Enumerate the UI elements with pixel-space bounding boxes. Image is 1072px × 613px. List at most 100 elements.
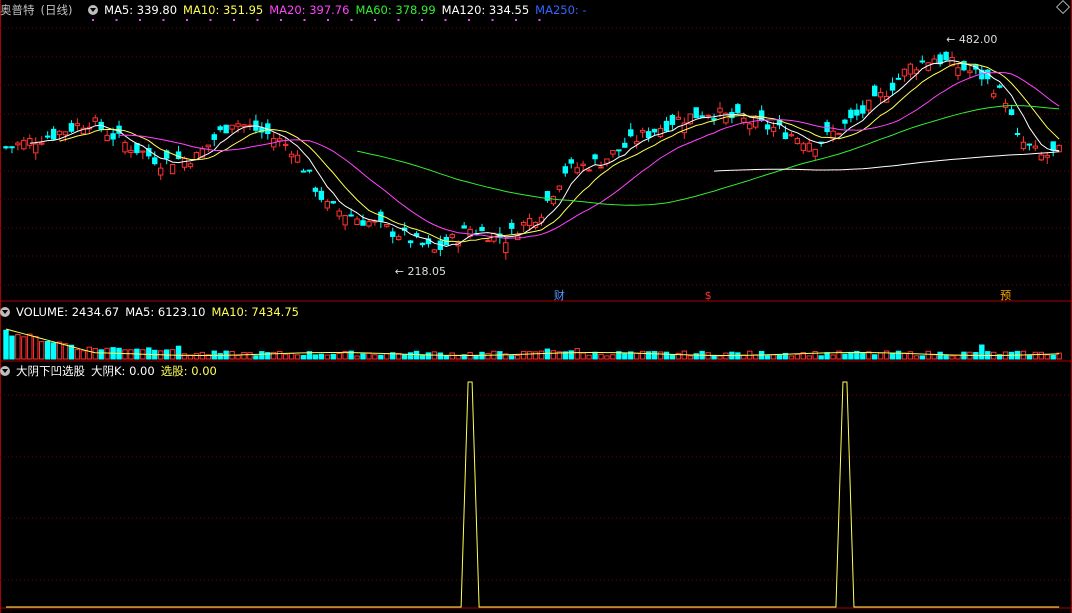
stock-title[interactable]: 奥普特 (日线) — [0, 3, 78, 17]
signal-dot — [538, 19, 541, 21]
volume-bar — [657, 351, 664, 360]
vol_header-1: MA5: 6123.10 — [125, 305, 206, 319]
candle-body — [104, 134, 110, 142]
candle-body — [288, 153, 295, 158]
candle-body — [74, 123, 81, 127]
signal-dot — [327, 19, 329, 21]
volume-bar — [56, 341, 63, 360]
candle-body — [1050, 141, 1056, 151]
volume-bar — [235, 354, 241, 360]
candle-body — [9, 146, 15, 149]
volume-bar — [538, 350, 545, 360]
volume-bar — [925, 350, 931, 360]
volume-bar — [723, 352, 729, 360]
volume-bar — [15, 334, 21, 360]
candle-body — [223, 124, 229, 134]
signal-dot — [374, 19, 376, 21]
volume-bar — [770, 354, 777, 360]
indicator-name[interactable]: 大阴下凹选股 — [16, 364, 85, 378]
candle-body — [806, 142, 812, 152]
volume-bar — [598, 353, 604, 360]
volume-bar — [931, 354, 937, 360]
volume-bar — [1038, 351, 1044, 360]
candle-body — [592, 154, 598, 160]
high-price-label: ← 482.00 — [946, 33, 997, 46]
indicator-signal-line — [6, 381, 1060, 608]
volume-bar — [241, 351, 247, 360]
candle-body — [628, 129, 634, 137]
candle-body — [967, 70, 973, 74]
volume-bar — [360, 353, 366, 360]
ma_header-5: MA250: - — [535, 3, 587, 17]
candle-body — [836, 132, 842, 135]
candle-body — [122, 141, 128, 153]
candle-body — [205, 144, 212, 148]
candle-body — [860, 105, 866, 114]
volume-bar — [80, 350, 87, 360]
candle-body — [996, 85, 1003, 88]
signal-dot — [186, 19, 188, 21]
candle-body — [562, 166, 568, 174]
volume-bar — [3, 329, 9, 360]
volume-bar — [122, 349, 128, 360]
signal-dot — [421, 19, 423, 21]
candle-body — [848, 109, 854, 119]
volume-bar — [39, 341, 45, 360]
candle-body — [33, 143, 39, 154]
candle-body — [634, 141, 640, 145]
candle-body — [39, 142, 45, 145]
volume-bar — [913, 355, 920, 360]
candle-body — [669, 115, 676, 125]
candle-body — [294, 154, 301, 163]
candle-body — [622, 142, 628, 148]
candle-body — [753, 116, 759, 128]
dropdown-icon[interactable] — [88, 5, 99, 15]
dropdown-icon[interactable] — [0, 307, 10, 317]
candle-body — [187, 163, 194, 168]
candle-body — [396, 236, 402, 241]
volume-bar — [509, 355, 515, 360]
candle-body — [235, 123, 241, 127]
ma-values: MA5: 339.80 MA10: 351.95 MA20: 397.76 MA60:… — [104, 3, 592, 17]
candle-body — [158, 167, 164, 176]
candle-body — [229, 124, 235, 130]
candle-body — [348, 214, 354, 217]
volume-bar — [877, 352, 884, 360]
volume-bar — [687, 355, 693, 360]
candle-body — [431, 249, 438, 253]
volume-bar — [818, 355, 824, 360]
candle-body — [580, 163, 586, 166]
volume-panel-header: VOLUME: 2434.67 MA5: 6123.10 MA10: 7434.75 — [0, 304, 311, 320]
volume-bar — [104, 347, 110, 360]
volume-bar — [294, 354, 301, 360]
volume-bar — [830, 354, 836, 360]
candle-body — [27, 138, 33, 146]
candle-body — [169, 164, 176, 175]
candle-body — [509, 222, 515, 229]
candle-body — [330, 201, 336, 204]
volume-bar — [485, 353, 491, 360]
candle-body — [877, 92, 884, 98]
volume-bar — [824, 352, 830, 360]
signal-dot — [515, 19, 517, 21]
volume-bar — [943, 354, 949, 360]
volume-bar — [634, 352, 640, 360]
candle-body — [717, 107, 723, 113]
volume-bar — [247, 352, 253, 360]
candle-body — [390, 231, 396, 237]
volume-bar — [610, 354, 616, 360]
volume-bar — [901, 352, 908, 360]
signal-dot — [162, 19, 165, 21]
candle-body — [1026, 143, 1033, 146]
candle-body — [991, 93, 997, 98]
volume-bar — [330, 353, 336, 360]
candle-body — [3, 146, 9, 149]
candle-body — [378, 211, 384, 222]
dropdown-icon[interactable] — [0, 366, 10, 376]
candle-body — [735, 104, 741, 113]
volume-bar — [1044, 354, 1050, 360]
candle-body — [830, 130, 836, 139]
candle-body — [1008, 109, 1015, 116]
candle-body — [872, 85, 878, 97]
candle-body — [461, 225, 467, 229]
